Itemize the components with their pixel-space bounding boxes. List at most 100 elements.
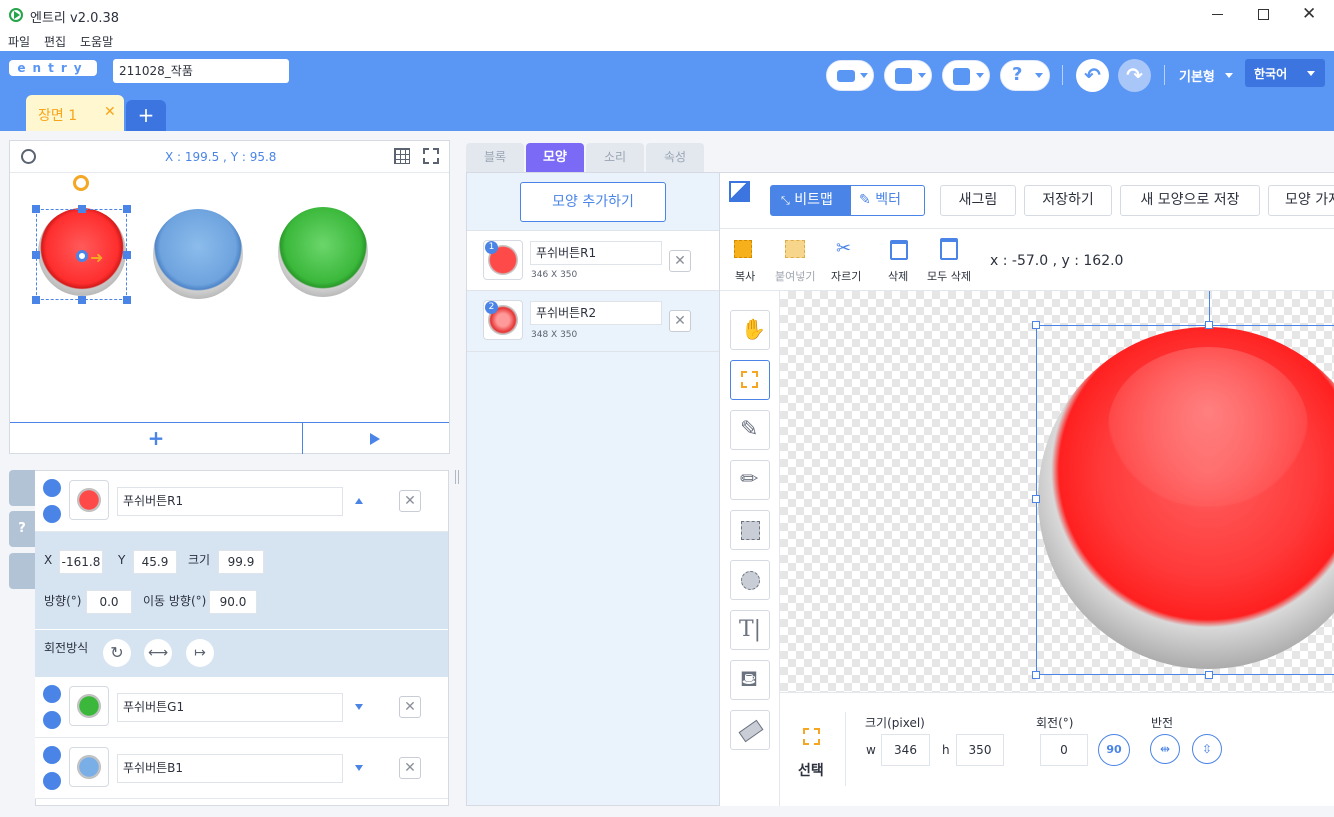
- collapse-arrow-icon[interactable]: [355, 498, 363, 504]
- move-direction-input[interactable]: 90.0: [209, 590, 257, 614]
- expand-arrow-icon[interactable]: [355, 765, 363, 771]
- page-menu-button[interactable]: [884, 60, 932, 91]
- lock-icon[interactable]: [43, 772, 61, 790]
- pencil-tool[interactable]: ✏: [730, 460, 770, 500]
- eye-icon[interactable]: [43, 746, 61, 764]
- rotate-handle-icon[interactable]: [73, 175, 89, 191]
- undo-button[interactable]: ↶: [1076, 59, 1109, 92]
- height-input[interactable]: 350: [956, 734, 1004, 766]
- fullscreen-icon[interactable]: [423, 148, 439, 164]
- green-button-sprite[interactable]: [278, 207, 368, 297]
- lock-icon[interactable]: [43, 505, 61, 523]
- menu-help[interactable]: 도움말: [80, 33, 113, 50]
- tab-sound[interactable]: 소리: [586, 143, 644, 172]
- color-swatch-icon[interactable]: [729, 181, 750, 202]
- bitmap-mode-button[interactable]: ⤡ 비트맵: [770, 185, 851, 216]
- object-row[interactable]: 푸쉬버튼B1 ✕: [35, 738, 448, 799]
- ellipse-tool[interactable]: [730, 560, 770, 600]
- handle[interactable]: [123, 296, 131, 304]
- close-window-button[interactable]: ✕: [1302, 4, 1316, 24]
- speed-gauge-icon[interactable]: [21, 149, 36, 164]
- expand-arrow-icon[interactable]: [355, 704, 363, 710]
- eye-icon[interactable]: [43, 685, 61, 703]
- language-select[interactable]: 한국어: [1245, 59, 1325, 87]
- rotate-none-icon[interactable]: ↦: [186, 639, 214, 667]
- add-scene-button[interactable]: +: [126, 100, 166, 131]
- entry-logo[interactable]: entry: [9, 60, 97, 76]
- handle[interactable]: [1205, 671, 1213, 679]
- mode-select[interactable]: 기본형: [1179, 66, 1215, 85]
- flip-horizontal-button[interactable]: ⇹: [1150, 734, 1180, 764]
- object-name-input[interactable]: 푸쉬버튼G1: [117, 693, 343, 722]
- delete-all-icon[interactable]: [940, 238, 958, 260]
- eraser-tool[interactable]: [730, 710, 770, 750]
- tab-properties[interactable]: 속성: [646, 143, 704, 172]
- save-as-new-shape-button[interactable]: 새 모양으로 저장: [1120, 185, 1260, 216]
- delete-shape-button[interactable]: ✕: [669, 310, 691, 332]
- direction-input[interactable]: 0.0: [86, 590, 132, 614]
- hand-tool[interactable]: ✋: [730, 310, 770, 350]
- minimize-button[interactable]: [1212, 14, 1223, 15]
- delete-icon[interactable]: [890, 240, 908, 260]
- delete-label[interactable]: 삭제: [888, 268, 908, 284]
- delete-all-label[interactable]: 모두 삭제: [927, 268, 971, 284]
- shape-item-selected[interactable]: 1 푸쉬버튼R1 346 X 350 ✕: [467, 230, 719, 291]
- delete-shape-button[interactable]: ✕: [669, 250, 691, 272]
- x-input[interactable]: -161.8: [59, 550, 103, 574]
- copy-label[interactable]: 복사: [735, 268, 755, 284]
- save-button[interactable]: 저장하기: [1024, 185, 1112, 216]
- cut-icon[interactable]: ✂: [836, 238, 851, 259]
- paste-icon[interactable]: [785, 240, 805, 258]
- y-input[interactable]: 45.9: [133, 550, 177, 574]
- handle[interactable]: [1032, 321, 1040, 329]
- menu-edit[interactable]: 편집: [44, 33, 66, 50]
- save-menu-button[interactable]: [942, 60, 990, 91]
- object-row-selected[interactable]: 푸쉬버튼R1 ✕: [35, 471, 448, 532]
- handle[interactable]: [32, 205, 40, 213]
- copy-icon[interactable]: [734, 240, 752, 258]
- delete-object-button[interactable]: ✕: [399, 757, 421, 779]
- drawing-canvas[interactable]: [780, 291, 1334, 692]
- shape-name-input[interactable]: 푸쉬버튼R2: [530, 301, 662, 325]
- pen-tool[interactable]: ✎: [730, 410, 770, 450]
- center-point-icon[interactable]: [76, 250, 88, 262]
- project-name-input[interactable]: 211028_작품: [113, 59, 289, 83]
- size-input[interactable]: 99.9: [218, 550, 264, 574]
- vector-mode-button[interactable]: ✎ 벡터: [850, 185, 925, 216]
- rotation-input[interactable]: 0: [1040, 734, 1088, 766]
- rotate-horizontal-icon[interactable]: ⟷: [144, 639, 172, 667]
- object-name-input[interactable]: 푸쉬버튼B1: [117, 754, 343, 783]
- text-tool[interactable]: T|: [730, 610, 770, 650]
- handle[interactable]: [1205, 321, 1213, 329]
- rotate-free-icon[interactable]: ↻: [103, 639, 131, 667]
- lock-icon[interactable]: [43, 711, 61, 729]
- tab-shape[interactable]: 모양: [526, 143, 584, 172]
- start-button[interactable]: [303, 422, 449, 454]
- cut-label[interactable]: 자르기: [831, 268, 861, 284]
- handle[interactable]: [78, 205, 86, 213]
- handle[interactable]: [78, 296, 86, 304]
- fill-tool[interactable]: ⛾: [730, 660, 770, 700]
- handle[interactable]: [32, 251, 40, 259]
- flip-vertical-button[interactable]: ⇳: [1192, 734, 1222, 764]
- grid-icon[interactable]: [394, 148, 410, 164]
- add-shape-button[interactable]: 모양 추가하기: [520, 182, 666, 222]
- shape-item[interactable]: 2 푸쉬버튼R2 348 X 350 ✕: [467, 291, 719, 352]
- handle[interactable]: [1032, 671, 1040, 679]
- delete-object-button[interactable]: ✕: [399, 696, 421, 718]
- select-tool[interactable]: [730, 360, 770, 400]
- handle[interactable]: [32, 296, 40, 304]
- object-name-input[interactable]: 푸쉬버튼R1: [117, 487, 343, 516]
- import-shape-button[interactable]: 모양 가져: [1268, 185, 1334, 216]
- width-input[interactable]: 346: [881, 734, 930, 766]
- object-row[interactable]: 푸쉬버튼G1 ✕: [35, 677, 448, 738]
- help-menu-button[interactable]: ?: [1000, 60, 1050, 91]
- panel-resize-handle[interactable]: [455, 470, 459, 484]
- scene-tab[interactable]: 장면 1 ✕: [26, 95, 124, 131]
- handle[interactable]: [1032, 495, 1040, 503]
- handle[interactable]: [123, 205, 131, 213]
- rotate-90-button[interactable]: 90: [1098, 734, 1130, 766]
- paste-label[interactable]: 붙여넣기: [775, 268, 815, 284]
- delete-object-button[interactable]: ✕: [399, 490, 421, 512]
- side-tab-help[interactable]: ?: [9, 511, 35, 547]
